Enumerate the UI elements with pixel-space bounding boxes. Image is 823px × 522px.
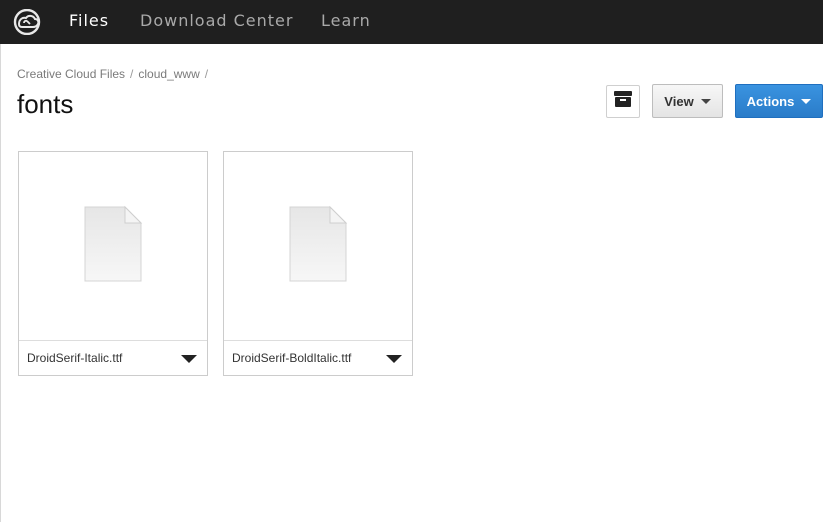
view-button[interactable]: View xyxy=(652,84,723,118)
breadcrumb: Creative Cloud Files / cloud_www / xyxy=(17,67,208,81)
breadcrumb-item-cloud-www[interactable]: cloud_www xyxy=(138,67,199,81)
chevron-down-icon xyxy=(801,98,812,104)
file-card[interactable]: DroidSerif-Italic.ttf xyxy=(18,151,208,376)
file-thumbnail[interactable] xyxy=(224,152,412,340)
nav-learn[interactable]: Learn xyxy=(321,0,371,44)
top-nav-bar: Files Download Center Learn xyxy=(0,0,823,44)
archive-icon xyxy=(613,90,633,113)
nav-download-center[interactable]: Download Center xyxy=(140,0,293,44)
file-name[interactable]: DroidSerif-Italic.ttf xyxy=(27,351,122,365)
archive-button[interactable] xyxy=(606,85,640,118)
breadcrumb-item-creative-cloud-files[interactable]: Creative Cloud Files xyxy=(17,67,125,81)
breadcrumb-separator: / xyxy=(204,67,209,81)
actions-button[interactable]: Actions xyxy=(735,84,823,118)
caret-down-icon xyxy=(181,355,197,363)
view-button-label: View xyxy=(664,93,694,109)
file-menu-button[interactable] xyxy=(181,354,197,364)
caret-down-icon xyxy=(386,355,402,363)
file-card-footer: DroidSerif-BoldItalic.ttf xyxy=(224,340,412,375)
file-thumbnail[interactable] xyxy=(19,152,207,340)
chevron-down-icon xyxy=(700,98,711,104)
file-menu-button[interactable] xyxy=(386,354,402,364)
file-icon xyxy=(83,205,143,288)
page-title: fonts xyxy=(17,89,74,119)
left-border xyxy=(0,44,1,522)
file-icon xyxy=(288,205,348,288)
nav-files[interactable]: Files xyxy=(69,0,109,44)
actions-button-label: Actions xyxy=(746,93,795,109)
breadcrumb-separator: / xyxy=(130,67,134,81)
creative-cloud-logo-icon[interactable] xyxy=(12,8,42,36)
file-card[interactable]: DroidSerif-BoldItalic.ttf xyxy=(223,151,413,376)
file-name[interactable]: DroidSerif-BoldItalic.ttf xyxy=(232,351,351,365)
file-card-footer: DroidSerif-Italic.ttf xyxy=(19,340,207,375)
